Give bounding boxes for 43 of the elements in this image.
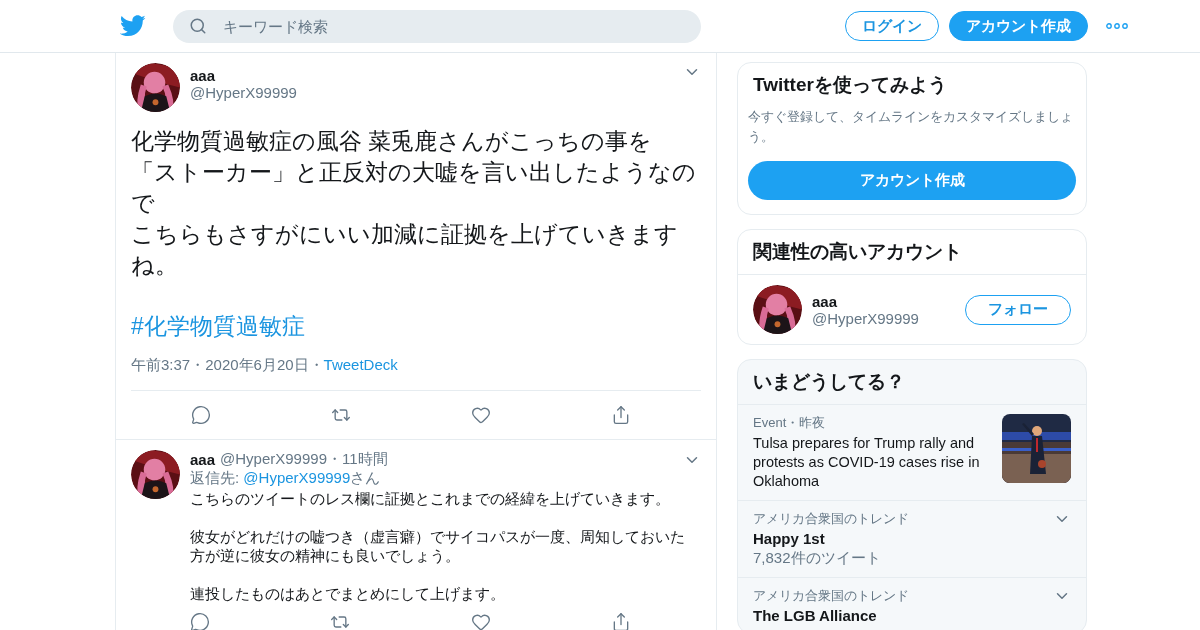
user-handle[interactable]: @HyperX99999 bbox=[812, 309, 955, 327]
tweet-text: こちらもさすがにいい加減に証拠を上げていきますね。 bbox=[131, 220, 679, 280]
hashtag-link[interactable]: #化学物質過敏症 bbox=[131, 311, 305, 342]
follow-button[interactable]: フォロー bbox=[965, 294, 1071, 325]
user-handle[interactable]: @HyperX99999・11時間 bbox=[220, 450, 388, 469]
signup-button[interactable]: アカウント作成 bbox=[949, 11, 1088, 41]
reply-label: 返信先: bbox=[190, 469, 241, 486]
search-field[interactable]: キーワード検索 bbox=[173, 9, 701, 43]
tweet-timestamp: 午前3:37・2020年6月20日・ bbox=[131, 356, 324, 375]
card-title: 関連性の高いアカウント bbox=[752, 240, 963, 264]
source-link[interactable]: TweetDeck bbox=[323, 356, 398, 375]
trend-topic[interactable]: The LGB Alliance bbox=[753, 607, 1045, 624]
login-button[interactable]: ログイン bbox=[845, 11, 939, 41]
trend-context: Event・昨夜 bbox=[753, 414, 827, 432]
event-headline[interactable]: Tulsa prepares for Trump rally and protests as COVID-19 cases rise in Oklahoma bbox=[753, 434, 994, 491]
tweet-text: 彼女がどれだけの嘘つき（虚言癖）でサイコパスが一度、周知しておいた方が逆に彼女の精神にも良いでしょう。 bbox=[190, 528, 686, 566]
user-name[interactable]: aaa bbox=[812, 292, 955, 310]
user-name[interactable]: aaa bbox=[190, 451, 216, 468]
card-description: 今すぐ登録して、タイムラインをカスタマイズしましょう。 bbox=[748, 108, 1074, 146]
tweet-text: 連投したものはあとでまとめにして上げます。 bbox=[190, 585, 506, 604]
heart-icon[interactable] bbox=[471, 405, 491, 425]
share-icon[interactable] bbox=[611, 612, 631, 630]
more-icon[interactable] bbox=[1106, 23, 1128, 29]
trend-context: アメリカ合衆国のトレンド bbox=[753, 587, 910, 605]
tweet-text: 化学物質過敏症の風谷 菜兎鹿さんがこっちの事を bbox=[131, 127, 654, 156]
user-handle[interactable]: @HyperX99999 bbox=[190, 84, 673, 101]
mention-link[interactable]: @HyperX99999 bbox=[243, 469, 351, 486]
user-name[interactable]: aaa bbox=[190, 67, 673, 84]
signup-button[interactable]: アカウント作成 bbox=[748, 161, 1076, 200]
heart-icon[interactable] bbox=[470, 612, 491, 630]
reply-suffix: さん bbox=[350, 469, 381, 486]
tweet-count: 7,832件のツイート bbox=[753, 549, 882, 568]
tweet-text: 「ストーカー」と正反対の大嘘を言い出したようなので bbox=[131, 158, 697, 218]
reply-icon[interactable] bbox=[190, 612, 210, 630]
trend-context: アメリカ合衆国のトレンド bbox=[753, 510, 910, 528]
trend-topic[interactable]: Happy 1st bbox=[753, 530, 1045, 547]
tweet-text: こちらのツイートのレス欄に証拠とこれまでの経緯を上げていきます。 bbox=[190, 490, 671, 509]
reply-icon[interactable] bbox=[191, 405, 211, 425]
search-icon bbox=[189, 16, 207, 35]
card-title: Twitterを使ってみよう bbox=[752, 73, 948, 97]
share-icon[interactable] bbox=[611, 405, 631, 425]
bird-logo-icon[interactable] bbox=[120, 15, 146, 37]
card-title: いまどうしてる？ bbox=[752, 370, 906, 394]
